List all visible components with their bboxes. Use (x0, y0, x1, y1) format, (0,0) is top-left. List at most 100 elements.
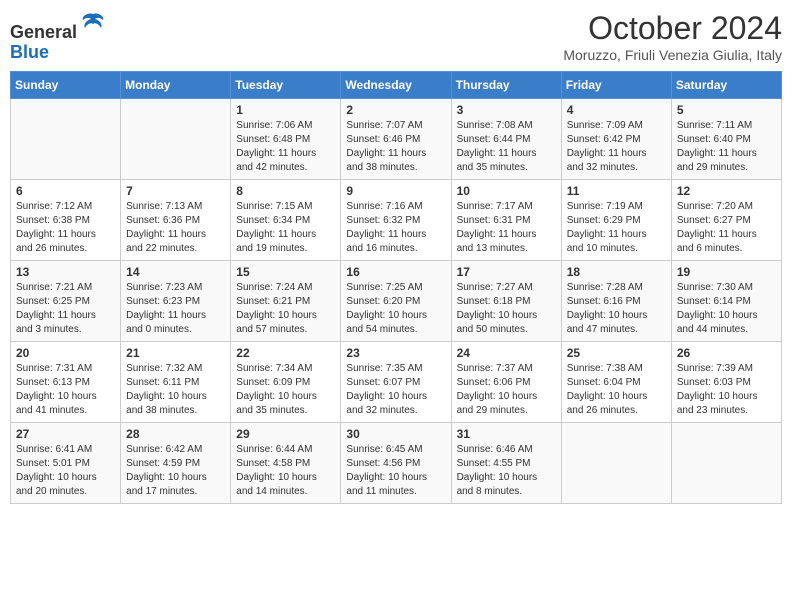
day-number: 27 (16, 427, 115, 441)
day-info: Sunrise: 7:38 AM Sunset: 6:04 PM Dayligh… (567, 362, 666, 418)
day-info: Sunrise: 7:28 AM Sunset: 6:16 PM Dayligh… (567, 281, 666, 337)
calendar-day-16: 16 Sunrise: 7:25 AM Sunset: 6:20 PM Dayli… (341, 261, 451, 342)
weekday-header-saturday: Saturday (671, 72, 781, 99)
day-info: Sunrise: 6:44 AM Sunset: 4:58 PM Dayligh… (236, 443, 335, 499)
day-number: 18 (567, 265, 666, 279)
calendar-day-22: 22 Sunrise: 7:34 AM Sunset: 6:09 PM Dayli… (231, 342, 341, 423)
calendar-week-row: 20 Sunrise: 7:31 AM Sunset: 6:13 PM Dayli… (11, 342, 782, 423)
day-info: Sunrise: 7:34 AM Sunset: 6:09 PM Dayligh… (236, 362, 335, 418)
day-number: 8 (236, 184, 335, 198)
calendar-day-28: 28 Sunrise: 6:42 AM Sunset: 4:59 PM Dayli… (121, 423, 231, 504)
day-number: 19 (677, 265, 776, 279)
calendar-day-11: 11 Sunrise: 7:19 AM Sunset: 6:29 PM Dayli… (561, 180, 671, 261)
calendar-week-row: 6Sunrise: 7:12 AM Sunset: 6:38 PM Daylig… (11, 180, 782, 261)
calendar-day-29: 29 Sunrise: 6:44 AM Sunset: 4:58 PM Dayli… (231, 423, 341, 504)
calendar-day-7: 7Sunrise: 7:13 AM Sunset: 6:36 PM Daylig… (121, 180, 231, 261)
day-info: Sunrise: 7:31 AM Sunset: 6:13 PM Dayligh… (16, 362, 115, 418)
logo-general: General (10, 22, 77, 42)
page-header: General Blue October 2024 Moruzzo, Friul… (10, 10, 782, 63)
empty-day (11, 99, 121, 180)
logo-blue: Blue (10, 42, 49, 62)
calendar-week-row: 13 Sunrise: 7:21 AM Sunset: 6:25 PM Dayli… (11, 261, 782, 342)
day-number: 28 (126, 427, 225, 441)
month-title: October 2024 (563, 10, 782, 47)
day-info: Sunrise: 7:11 AM Sunset: 6:40 PM Dayligh… (677, 119, 776, 175)
calendar-day-2: 2 Sunrise: 7:07 AM Sunset: 6:46 PM Daylig… (341, 99, 451, 180)
day-info: Sunrise: 7:20 AM Sunset: 6:27 PM Dayligh… (677, 200, 776, 256)
day-info: Sunrise: 7:32 AM Sunset: 6:11 PM Dayligh… (126, 362, 225, 418)
day-number: 29 (236, 427, 335, 441)
day-number: 9 (346, 184, 445, 198)
calendar-day-27: 27 Sunrise: 6:41 AM Sunset: 5:01 PM Dayli… (11, 423, 121, 504)
title-block: October 2024 Moruzzo, Friuli Venezia Giu… (563, 10, 782, 63)
location-subtitle: Moruzzo, Friuli Venezia Giulia, Italy (563, 47, 782, 63)
day-info: Sunrise: 6:42 AM Sunset: 4:59 PM Dayligh… (126, 443, 225, 499)
logo-bird-icon (79, 10, 107, 38)
day-info: Sunrise: 7:23 AM Sunset: 6:23 PM Dayligh… (126, 281, 225, 337)
day-number: 30 (346, 427, 445, 441)
day-info: Sunrise: 6:41 AM Sunset: 5:01 PM Dayligh… (16, 443, 115, 499)
day-info: Sunrise: 7:07 AM Sunset: 6:46 PM Dayligh… (346, 119, 445, 175)
day-info: Sunrise: 7:06 AM Sunset: 6:48 PM Dayligh… (236, 119, 335, 175)
day-info: Sunrise: 7:19 AM Sunset: 6:29 PM Dayligh… (567, 200, 666, 256)
calendar-day-14: 14 Sunrise: 7:23 AM Sunset: 6:23 PM Dayli… (121, 261, 231, 342)
calendar-day-21: 21 Sunrise: 7:32 AM Sunset: 6:11 PM Dayli… (121, 342, 231, 423)
calendar-table: SundayMondayTuesdayWednesdayThursdayFrid… (10, 71, 782, 504)
calendar-day-24: 24 Sunrise: 7:37 AM Sunset: 6:06 PM Dayli… (451, 342, 561, 423)
day-number: 22 (236, 346, 335, 360)
empty-day (671, 423, 781, 504)
calendar-day-20: 20 Sunrise: 7:31 AM Sunset: 6:13 PM Dayli… (11, 342, 121, 423)
calendar-day-6: 6Sunrise: 7:12 AM Sunset: 6:38 PM Daylig… (11, 180, 121, 261)
calendar-day-26: 26Sunrise: 7:39 AM Sunset: 6:03 PM Dayli… (671, 342, 781, 423)
day-info: Sunrise: 7:30 AM Sunset: 6:14 PM Dayligh… (677, 281, 776, 337)
day-info: Sunrise: 7:15 AM Sunset: 6:34 PM Dayligh… (236, 200, 335, 256)
weekday-header-monday: Monday (121, 72, 231, 99)
calendar-day-19: 19 Sunrise: 7:30 AM Sunset: 6:14 PM Dayli… (671, 261, 781, 342)
calendar-day-10: 10 Sunrise: 7:17 AM Sunset: 6:31 PM Dayli… (451, 180, 561, 261)
day-info: Sunrise: 7:25 AM Sunset: 6:20 PM Dayligh… (346, 281, 445, 337)
day-number: 20 (16, 346, 115, 360)
calendar-day-3: 3 Sunrise: 7:08 AM Sunset: 6:44 PM Daylig… (451, 99, 561, 180)
calendar-day-23: 23Sunrise: 7:35 AM Sunset: 6:07 PM Dayli… (341, 342, 451, 423)
day-number: 12 (677, 184, 776, 198)
day-number: 2 (346, 103, 445, 117)
day-info: Sunrise: 7:17 AM Sunset: 6:31 PM Dayligh… (457, 200, 556, 256)
weekday-header-row: SundayMondayTuesdayWednesdayThursdayFrid… (11, 72, 782, 99)
calendar-week-row: 27 Sunrise: 6:41 AM Sunset: 5:01 PM Dayli… (11, 423, 782, 504)
day-number: 21 (126, 346, 225, 360)
day-info: Sunrise: 7:08 AM Sunset: 6:44 PM Dayligh… (457, 119, 556, 175)
day-number: 14 (126, 265, 225, 279)
day-info: Sunrise: 7:35 AM Sunset: 6:07 PM Dayligh… (346, 362, 445, 418)
day-info: Sunrise: 7:16 AM Sunset: 6:32 PM Dayligh… (346, 200, 445, 256)
weekday-header-sunday: Sunday (11, 72, 121, 99)
day-number: 3 (457, 103, 556, 117)
weekday-header-thursday: Thursday (451, 72, 561, 99)
calendar-day-12: 12 Sunrise: 7:20 AM Sunset: 6:27 PM Dayli… (671, 180, 781, 261)
day-number: 24 (457, 346, 556, 360)
day-info: Sunrise: 7:13 AM Sunset: 6:36 PM Dayligh… (126, 200, 225, 256)
calendar-day-25: 25 Sunrise: 7:38 AM Sunset: 6:04 PM Dayli… (561, 342, 671, 423)
logo: General Blue (10, 10, 107, 63)
day-info: Sunrise: 6:46 AM Sunset: 4:55 PM Dayligh… (457, 443, 556, 499)
day-info: Sunrise: 7:12 AM Sunset: 6:38 PM Dayligh… (16, 200, 115, 256)
day-info: Sunrise: 7:09 AM Sunset: 6:42 PM Dayligh… (567, 119, 666, 175)
day-info: Sunrise: 7:37 AM Sunset: 6:06 PM Dayligh… (457, 362, 556, 418)
day-number: 11 (567, 184, 666, 198)
weekday-header-friday: Friday (561, 72, 671, 99)
day-number: 25 (567, 346, 666, 360)
empty-day (561, 423, 671, 504)
day-number: 15 (236, 265, 335, 279)
day-number: 1 (236, 103, 335, 117)
day-info: Sunrise: 7:24 AM Sunset: 6:21 PM Dayligh… (236, 281, 335, 337)
day-number: 16 (346, 265, 445, 279)
calendar-day-9: 9 Sunrise: 7:16 AM Sunset: 6:32 PM Daylig… (341, 180, 451, 261)
weekday-header-tuesday: Tuesday (231, 72, 341, 99)
calendar-day-30: 30Sunrise: 6:45 AM Sunset: 4:56 PM Dayli… (341, 423, 451, 504)
day-number: 10 (457, 184, 556, 198)
empty-day (121, 99, 231, 180)
day-info: Sunrise: 7:27 AM Sunset: 6:18 PM Dayligh… (457, 281, 556, 337)
day-info: Sunrise: 7:21 AM Sunset: 6:25 PM Dayligh… (16, 281, 115, 337)
day-number: 13 (16, 265, 115, 279)
calendar-day-4: 4Sunrise: 7:09 AM Sunset: 6:42 PM Daylig… (561, 99, 671, 180)
day-number: 31 (457, 427, 556, 441)
